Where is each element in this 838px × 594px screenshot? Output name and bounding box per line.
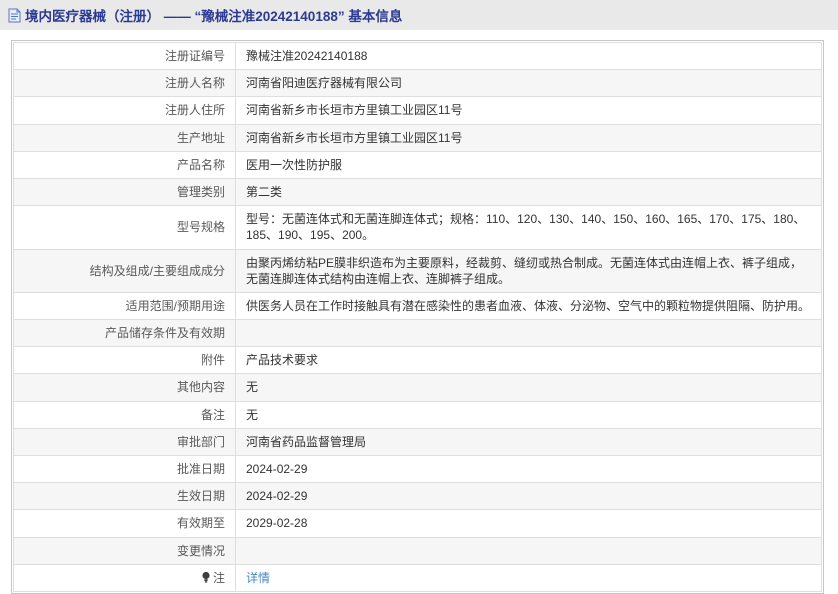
row-label: 注册证编号 — [13, 41, 236, 71]
row-value: 2024-02-29 — [235, 454, 822, 484]
table-row: 生效日期 2024-02-29 — [13, 482, 822, 511]
row-label: 备注 — [13, 400, 236, 429]
row-label: 附件 — [13, 346, 236, 375]
row-value: 2024-02-29 — [235, 482, 822, 511]
table-row: 审批部门 河南省药品监督管理局 — [13, 427, 822, 457]
row-value: 第二类 — [235, 177, 822, 207]
row-value: 详情 — [235, 563, 822, 592]
table-row: 附件 产品技术要求 — [13, 346, 822, 375]
row-label: 注册人住所 — [13, 96, 236, 125]
details-link[interactable]: 详情 — [246, 571, 270, 585]
row-value: 河南省新乡市长垣市方里镇工业园区11号 — [235, 96, 822, 125]
row-label: 注册人名称 — [13, 69, 236, 98]
table-row: 生产地址 河南省新乡市长垣市方里镇工业园区11号 — [13, 123, 822, 152]
info-table-body: 注册证编号 豫械注准20242140188 注册人名称 河南省阳迪医疗器械有限公… — [13, 41, 822, 592]
table-row: 结构及组成/主要组成成分 由聚丙烯纺粘PE膜非织造布为主要原料，经裁剪、缝纫或热… — [13, 248, 822, 293]
table-row: 注 详情 — [13, 563, 822, 592]
row-value: 无 — [235, 373, 822, 402]
document-icon — [8, 8, 21, 23]
row-label: 审批部门 — [13, 427, 236, 457]
row-value: 供医务人员在工作时接触具有潜在感染性的患者血液、体液、分泌物、空气中的颗粒物提供… — [235, 291, 822, 321]
row-value: 河南省阳迪医疗器械有限公司 — [235, 69, 822, 98]
registration-info-table: 注册证编号 豫械注准20242140188 注册人名称 河南省阳迪医疗器械有限公… — [11, 40, 824, 594]
row-value: 医用一次性防护服 — [235, 150, 822, 179]
page-title: 境内医疗器械（注册） —— “豫械注准20242140188” 基本信息 — [25, 9, 403, 24]
table-row: 有效期至 2029-02-28 — [13, 509, 822, 538]
table-row: 注册证编号 豫械注准20242140188 — [13, 41, 822, 71]
table-row: 批准日期 2024-02-29 — [13, 454, 822, 484]
row-label: 产品名称 — [13, 150, 236, 179]
table-row: 变更情况 — [13, 536, 822, 565]
table-row: 产品储存条件及有效期 — [13, 319, 822, 348]
table-row: 注册人名称 河南省阳迪医疗器械有限公司 — [13, 69, 822, 98]
table-row: 管理类别 第二类 — [13, 177, 822, 207]
row-label: 其他内容 — [13, 373, 236, 402]
bulb-icon — [201, 571, 211, 584]
row-value — [235, 319, 822, 348]
row-label: 变更情况 — [13, 536, 236, 565]
table-row: 备注 无 — [13, 400, 822, 429]
row-label: 生产地址 — [13, 123, 236, 152]
table-row: 适用范围/预期用途 供医务人员在工作时接触具有潜在感染性的患者血液、体液、分泌物… — [13, 291, 822, 321]
row-value: 豫械注准20242140188 — [235, 41, 822, 71]
row-value: 2029-02-28 — [235, 509, 822, 538]
row-value: 产品技术要求 — [235, 346, 822, 375]
row-label: 管理类别 — [13, 177, 236, 207]
row-label: 注 — [13, 563, 236, 592]
row-value: 无 — [235, 400, 822, 429]
row-label: 型号规格 — [13, 205, 236, 250]
row-value: 型号：无菌连体式和无菌连脚连体式；规格：110、120、130、140、150、… — [235, 205, 822, 250]
row-label: 批准日期 — [13, 454, 236, 484]
table-row: 型号规格 型号：无菌连体式和无菌连脚连体式；规格：110、120、130、140… — [13, 205, 822, 250]
row-value: 河南省新乡市长垣市方里镇工业园区11号 — [235, 123, 822, 152]
header-band: 境内医疗器械（注册） —— “豫械注准20242140188” 基本信息 — [0, 0, 838, 30]
table-row: 产品名称 医用一次性防护服 — [13, 150, 822, 179]
row-value — [235, 536, 822, 565]
row-value: 河南省药品监督管理局 — [235, 427, 822, 457]
row-label: 有效期至 — [13, 509, 236, 538]
row-label: 适用范围/预期用途 — [13, 291, 236, 321]
table-row: 注册人住所 河南省新乡市长垣市方里镇工业园区11号 — [13, 96, 822, 125]
row-label: 产品储存条件及有效期 — [13, 319, 236, 348]
row-label: 生效日期 — [13, 482, 236, 511]
table-row: 其他内容 无 — [13, 373, 822, 402]
row-label: 结构及组成/主要组成成分 — [13, 248, 236, 293]
row-value: 由聚丙烯纺粘PE膜非织造布为主要原料，经裁剪、缝纫或热合制成。无菌连体式由连帽上… — [235, 248, 822, 293]
